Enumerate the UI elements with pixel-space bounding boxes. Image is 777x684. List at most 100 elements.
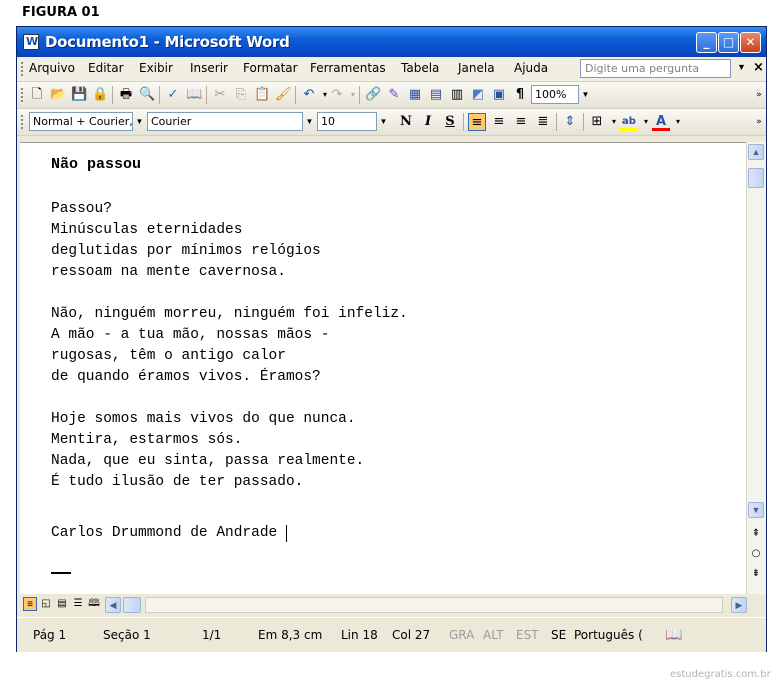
- menu-inserir[interactable]: Inserir: [190, 61, 228, 75]
- spelling-status-book-icon[interactable]: 📖: [665, 627, 682, 643]
- font-color-icon[interactable]: A: [652, 113, 670, 131]
- horizontal-scroll-track[interactable]: [145, 597, 723, 613]
- poem-line: Mentira, estarmos sós.: [51, 432, 243, 448]
- font-dropdown-arrow-icon[interactable]: ▼: [303, 112, 316, 131]
- ask-dropdown-arrow-icon[interactable]: ▼: [737, 62, 746, 72]
- reading-layout-view-icon[interactable]: 🕮: [87, 597, 101, 611]
- previous-page-icon[interactable]: ⇞: [748, 526, 764, 542]
- scroll-down-icon[interactable]: ▼: [748, 502, 764, 518]
- status-page: Pág 1: [33, 628, 67, 642]
- style-dropdown-arrow-icon[interactable]: ▼: [133, 112, 146, 131]
- text-cursor: [286, 525, 287, 542]
- line-spacing-icon[interactable]: ⇕: [561, 113, 579, 131]
- align-left-icon[interactable]: ≡: [468, 113, 486, 131]
- poem-line: Minúsculas eternidades: [51, 222, 243, 238]
- menu-janela[interactable]: Janela: [458, 61, 495, 75]
- poem-line: Hoje somos mais vivos do que nunca.: [51, 411, 356, 427]
- scroll-up-icon[interactable]: ▲: [748, 144, 764, 160]
- status-rec[interactable]: GRA: [449, 628, 474, 642]
- menu-editar[interactable]: Editar: [88, 61, 124, 75]
- hyperlink-icon[interactable]: 🔗: [365, 87, 381, 103]
- align-center-icon[interactable]: ≡: [490, 113, 508, 131]
- normal-view-icon[interactable]: ≡: [23, 597, 37, 611]
- word-app-icon[interactable]: [23, 34, 39, 50]
- toolbar-separator: [583, 113, 584, 131]
- tables-borders-icon[interactable]: ✎: [386, 87, 402, 103]
- toolbar-grip-handle[interactable]: [21, 88, 26, 102]
- status-ovr[interactable]: SE: [551, 628, 566, 642]
- open-folder-icon[interactable]: 📂: [50, 87, 66, 103]
- status-trk[interactable]: ALT: [483, 628, 504, 642]
- next-page-icon[interactable]: ⇟: [748, 566, 764, 582]
- select-browse-object-icon[interactable]: ○: [748, 546, 764, 562]
- standard-toolbar: 🗋 📂 💾 🔒 🖶 🔍 ✓ 📖 ✂ ⎘ 📋 🖌 ↶ ▾ ↷ ▾ 🔗 ✎ ▦ ▤ …: [17, 82, 766, 109]
- new-document-icon[interactable]: 🗋: [29, 87, 45, 103]
- document-map-icon[interactable]: ▣: [491, 87, 507, 103]
- columns-icon[interactable]: ▥: [449, 87, 465, 103]
- print-preview-icon[interactable]: 🔍: [139, 87, 155, 103]
- maximize-button[interactable]: □: [718, 32, 739, 53]
- save-icon[interactable]: 💾: [71, 87, 87, 103]
- highlight-icon[interactable]: ab: [620, 113, 638, 131]
- paste-icon[interactable]: 📋: [254, 87, 270, 103]
- minimize-button[interactable]: _: [696, 32, 717, 53]
- window-title: Documento1 - Microsoft Word: [45, 33, 290, 51]
- menu-tabela[interactable]: Tabela: [401, 61, 439, 75]
- research-icon[interactable]: 📖: [186, 87, 202, 103]
- scroll-right-icon[interactable]: ▶: [731, 597, 747, 613]
- menu-ajuda[interactable]: Ajuda: [514, 61, 548, 75]
- style-combo[interactable]: Normal + Courier, 1: [29, 112, 133, 131]
- spelling-icon[interactable]: ✓: [165, 87, 181, 103]
- status-ext[interactable]: EST: [516, 628, 539, 642]
- redo-icon[interactable]: ↷: [329, 87, 345, 103]
- font-size-dropdown-arrow-icon[interactable]: ▼: [377, 112, 390, 131]
- menu-arquivo[interactable]: Arquivo: [29, 61, 75, 75]
- menu-formatar[interactable]: Formatar: [243, 61, 298, 75]
- status-column: Col 27: [392, 628, 431, 642]
- close-button[interactable]: ✕: [740, 32, 761, 53]
- toolbar-options-icon[interactable]: »: [751, 87, 767, 103]
- font-size-combo[interactable]: 10: [317, 112, 377, 131]
- print-icon[interactable]: 🖶: [118, 87, 134, 103]
- web-layout-view-icon[interactable]: ◱: [39, 597, 53, 611]
- justify-icon[interactable]: ≣: [534, 113, 552, 131]
- outline-view-icon[interactable]: ☰: [71, 597, 85, 611]
- menu-exibir[interactable]: Exibir: [139, 61, 173, 75]
- horizontal-scroll-thumb[interactable]: [123, 597, 141, 613]
- format-painter-icon[interactable]: 🖌: [275, 87, 292, 103]
- toolbar-grip-handle[interactable]: [21, 115, 26, 129]
- scroll-thumb[interactable]: [748, 168, 764, 188]
- print-layout-view-icon[interactable]: ▤: [55, 597, 69, 611]
- show-hide-paragraph-icon[interactable]: ¶: [512, 87, 528, 103]
- toolbar-options-icon[interactable]: »: [751, 114, 767, 130]
- title-bar[interactable]: Documento1 - Microsoft Word _ □ ✕: [17, 27, 766, 57]
- zoom-dropdown-arrow-icon[interactable]: ▼: [579, 85, 592, 104]
- permission-icon[interactable]: 🔒: [92, 87, 108, 103]
- ask-question-input[interactable]: Digite uma pergunta: [580, 59, 731, 78]
- drawing-icon[interactable]: ◩: [470, 87, 486, 103]
- menu-grip-handle[interactable]: [21, 62, 26, 76]
- italic-button[interactable]: I: [419, 113, 437, 131]
- align-right-icon[interactable]: ≡: [512, 113, 530, 131]
- font-color-dropdown-icon[interactable]: ▾: [670, 114, 686, 130]
- toolbar-separator: [112, 86, 113, 104]
- bold-button[interactable]: N: [397, 113, 415, 131]
- status-language[interactable]: Português (: [574, 628, 643, 642]
- poem-line: Nada, que eu sinta, passa realmente.: [51, 453, 365, 469]
- document-area[interactable]: Não passou Passou? Minúsculas eternidade…: [20, 142, 746, 595]
- status-bar: Pág 1 Seção 1 1/1 Em 8,3 cm Lin 18 Col 2…: [17, 617, 766, 652]
- vertical-scrollbar[interactable]: ▲ ▼ ⇞ ○ ⇟: [746, 142, 766, 594]
- cut-icon[interactable]: ✂: [212, 87, 228, 103]
- font-combo[interactable]: Courier: [147, 112, 303, 131]
- undo-icon[interactable]: ↶: [301, 87, 317, 103]
- insert-table-icon[interactable]: ▦: [407, 87, 423, 103]
- copy-icon[interactable]: ⎘: [233, 87, 249, 103]
- zoom-combo[interactable]: 100%: [531, 85, 579, 104]
- borders-icon[interactable]: ⊞: [588, 113, 606, 131]
- scroll-left-icon[interactable]: ◀: [105, 597, 121, 613]
- word-window: Documento1 - Microsoft Word _ □ ✕ Arquiv…: [16, 26, 767, 652]
- menu-ferramentas[interactable]: Ferramentas: [310, 61, 386, 75]
- insert-excel-icon[interactable]: ▤: [428, 87, 444, 103]
- document-close-button[interactable]: ×: [753, 60, 764, 75]
- underline-button[interactable]: S: [441, 113, 459, 131]
